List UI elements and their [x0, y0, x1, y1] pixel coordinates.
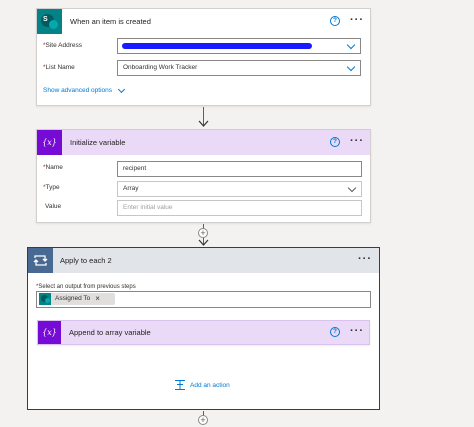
show-advanced-options[interactable]: Show advanced options — [43, 85, 126, 94]
initialize-variable-header[interactable]: {x} Initialize variable ? ··· — [37, 130, 370, 155]
list-name-dropdown[interactable]: Onboarding Work Tracker — [117, 60, 361, 76]
more-options-icon[interactable]: ··· — [350, 15, 364, 26]
variable-icon: {x} — [38, 321, 61, 344]
show-advanced-options-label[interactable]: Show advanced options — [43, 87, 112, 94]
assigned-to-label: Assigned To — [55, 295, 91, 302]
variable-type-label-text: Type — [45, 184, 60, 191]
apply-to-each-card: Apply to each 2 ··· *Select an output fr… — [27, 247, 380, 410]
insert-step-plus-icon[interactable]: + — [198, 415, 208, 425]
apply-to-each-title: Apply to each 2 — [60, 256, 112, 265]
list-name-label-text: List Name — [45, 64, 75, 71]
assigned-to-token[interactable]: Assigned To × — [39, 293, 115, 305]
trigger-card-header[interactable]: S When an item is created ? ··· — [37, 9, 370, 34]
sharepoint-icon: S — [37, 9, 62, 34]
variable-icon: {x} — [37, 130, 62, 155]
help-icon[interactable]: ? — [330, 327, 340, 337]
insert-step-plus-icon[interactable]: + — [198, 228, 208, 238]
add-action-icon — [175, 380, 185, 390]
chevron-down-icon[interactable] — [346, 62, 356, 72]
select-output-input[interactable]: Assigned To × — [36, 291, 371, 308]
more-options-icon[interactable]: ··· — [358, 254, 372, 265]
append-to-array-header[interactable]: {x} Append to array variable ? ··· — [38, 321, 369, 344]
list-name-label: *List Name — [43, 64, 75, 71]
remove-token-icon[interactable]: × — [95, 292, 100, 306]
chevron-down-icon — [117, 85, 126, 93]
trigger-card: S When an item is created ? ··· *Site Ad… — [36, 8, 371, 106]
initialize-variable-title: Initialize variable — [70, 138, 126, 147]
chevron-down-icon[interactable] — [347, 183, 357, 193]
variable-type-dropdown[interactable]: Array — [117, 181, 362, 197]
variable-type-value: Array — [123, 185, 139, 192]
apply-to-each-header[interactable]: Apply to each 2 ··· — [28, 248, 379, 273]
select-output-label: *Select an output from previous steps — [36, 284, 136, 290]
arrow-down-icon — [198, 239, 209, 246]
initialize-variable-card: {x} Initialize variable ? ··· *Name reci… — [36, 129, 371, 223]
site-address-dropdown[interactable] — [117, 38, 361, 54]
select-output-label-text: Select an output from previous steps — [38, 284, 136, 290]
append-to-array-title: Append to array variable — [69, 328, 151, 337]
redacted-site-address — [122, 43, 312, 49]
variable-name-value: recipent — [123, 165, 147, 172]
variable-type-label: *Type — [43, 184, 60, 191]
site-address-label-text: Site Address — [45, 42, 83, 49]
variable-value-placeholder: Enter initial value — [123, 204, 173, 211]
arrow-down-icon — [198, 120, 209, 127]
list-name-value: Onboarding Work Tracker — [123, 64, 198, 71]
variable-name-label-text: Name — [45, 164, 63, 171]
more-options-icon[interactable]: ··· — [350, 326, 364, 337]
variable-value-label: Value — [45, 203, 62, 210]
more-options-icon[interactable]: ··· — [350, 136, 364, 147]
chevron-down-icon[interactable] — [346, 40, 356, 50]
help-icon[interactable]: ? — [330, 16, 340, 26]
loop-icon — [28, 248, 53, 273]
sharepoint-icon — [39, 293, 51, 305]
variable-name-label: *Name — [43, 164, 63, 171]
variable-value-input[interactable]: Enter initial value — [117, 200, 362, 216]
trigger-title: When an item is created — [70, 17, 151, 26]
add-action-label[interactable]: Add an action — [190, 382, 230, 389]
site-address-label: *Site Address — [43, 42, 82, 49]
variable-name-input[interactable]: recipent — [117, 161, 362, 177]
add-action-button[interactable]: Add an action — [174, 379, 230, 391]
append-to-array-card: {x} Append to array variable ? ··· — [37, 320, 370, 345]
help-icon[interactable]: ? — [330, 137, 340, 147]
